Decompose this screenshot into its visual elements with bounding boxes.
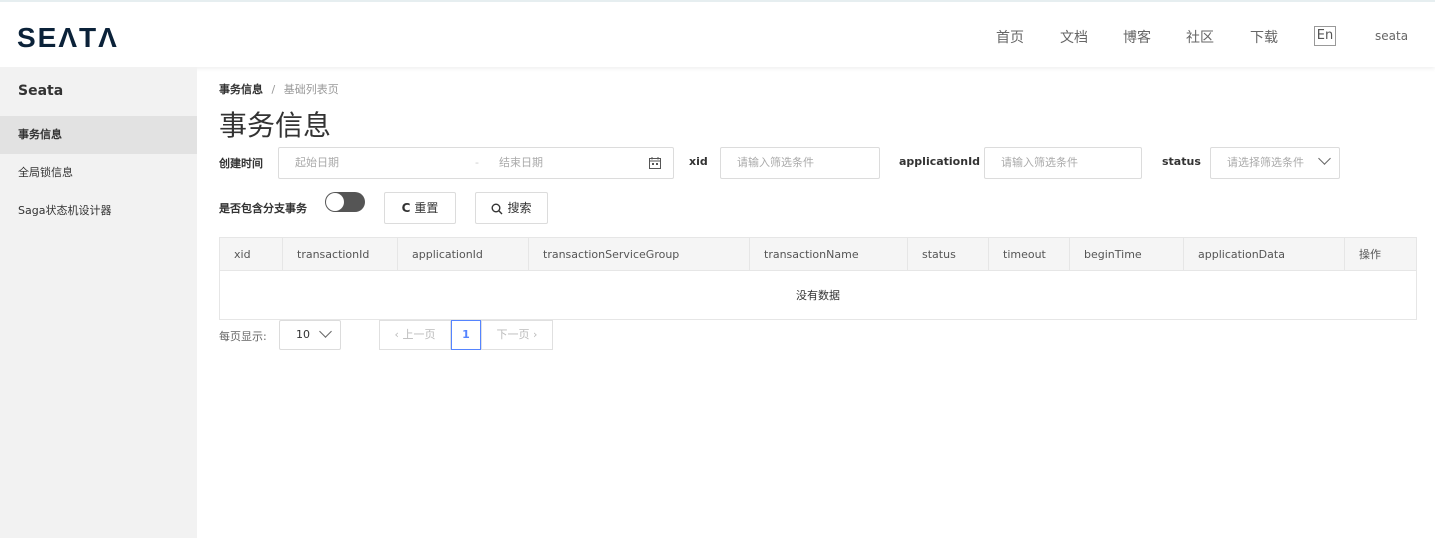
nav-home[interactable]: 首页 <box>996 27 1024 47</box>
status-select-value: 请选择筛选条件 <box>1227 156 1304 169</box>
user-name[interactable]: seata <box>1375 29 1408 43</box>
column-header[interactable]: applicationData <box>1184 238 1345 271</box>
calendar-icon[interactable] <box>649 148 661 178</box>
per-page-select[interactable]: 10 <box>279 320 341 350</box>
page-number-current[interactable]: 1 <box>451 320 481 350</box>
reset-button[interactable]: C 重置 <box>384 192 456 224</box>
date-range-separator: - <box>475 156 479 169</box>
chevron-down-icon <box>1318 152 1331 165</box>
column-header[interactable]: transactionServiceGroup <box>529 238 750 271</box>
table-empty-message: 没有数据 <box>796 289 840 302</box>
column-header[interactable]: xid <box>220 238 283 271</box>
breadcrumb-page: 基础列表页 <box>283 83 339 96</box>
date-range-picker[interactable]: 起始日期 - 结束日期 <box>278 147 674 179</box>
breadcrumb-separator: / <box>271 83 276 96</box>
per-page-value: 10 <box>296 328 310 341</box>
breadcrumb-current[interactable]: 事务信息 <box>219 83 263 96</box>
search-button[interactable]: 搜索 <box>475 192 548 224</box>
top-navbar: SEΛTΛ 首页 文档 博客 社区 下载 En seata <box>0 0 1435 67</box>
status-label: status <box>1162 155 1201 168</box>
table-header: xid transactionId applicationId transact… <box>220 238 1416 271</box>
column-header[interactable]: transactionName <box>750 238 908 271</box>
create-time-label: 创建时间 <box>219 157 263 170</box>
end-date-input[interactable]: 结束日期 <box>499 148 543 178</box>
branch-transaction-label: 是否包含分支事务 <box>219 202 307 215</box>
xid-input[interactable]: 请输入筛选条件 <box>720 147 880 179</box>
column-header[interactable]: status <box>908 238 989 271</box>
column-header[interactable]: timeout <box>989 238 1070 271</box>
sidebar-item-saga-designer[interactable]: Saga状态机设计器 <box>0 192 197 230</box>
nav-docs[interactable]: 文档 <box>1060 27 1088 47</box>
nav-download[interactable]: 下载 <box>1250 27 1278 47</box>
status-select[interactable]: 请选择筛选条件 <box>1210 147 1340 179</box>
breadcrumb: 事务信息 / 基础列表页 <box>219 81 339 97</box>
column-header[interactable]: applicationId <box>398 238 529 271</box>
branch-transaction-toggle[interactable] <box>325 192 365 212</box>
application-id-label: applicationId <box>899 155 981 168</box>
per-page-label: 每页显示: <box>219 330 267 343</box>
start-date-input[interactable]: 起始日期 <box>295 156 339 169</box>
sidebar: Seata 事务信息 全局锁信息 Saga状态机设计器 <box>0 67 197 538</box>
nav-community[interactable]: 社区 <box>1186 27 1214 47</box>
reset-button-label: 重置 <box>414 201 439 215</box>
application-id-input[interactable]: 请输入筛选条件 <box>984 147 1142 179</box>
xid-label: xid <box>689 155 708 168</box>
refresh-icon: C <box>401 201 411 215</box>
search-icon <box>491 203 503 214</box>
toggle-knob <box>326 193 344 211</box>
chevron-down-icon <box>319 325 332 338</box>
search-button-label: 搜索 <box>507 201 532 215</box>
sidebar-title: Seata <box>18 83 64 99</box>
chevron-right-icon: › <box>529 328 538 341</box>
column-header[interactable]: beginTime <box>1070 238 1184 271</box>
sidebar-item-global-lock[interactable]: 全局锁信息 <box>0 154 197 192</box>
language-switch[interactable]: En <box>1314 26 1336 46</box>
sidebar-item-transaction-info[interactable]: 事务信息 <box>0 116 197 154</box>
transaction-table: xid transactionId applicationId transact… <box>219 237 1417 320</box>
next-page-label: 下一页 <box>496 328 530 341</box>
seata-logo[interactable]: SEΛTΛ <box>17 22 119 54</box>
nav-blog[interactable]: 博客 <box>1123 27 1151 47</box>
prev-page-label: 上一页 <box>402 328 436 341</box>
page-title: 事务信息 <box>219 109 332 142</box>
column-header[interactable]: 操作 <box>1345 238 1417 271</box>
prev-page-button[interactable]: ‹ 上一页 <box>379 320 451 350</box>
next-page-button[interactable]: 下一页 › <box>481 320 553 350</box>
column-header[interactable]: transactionId <box>283 238 398 271</box>
